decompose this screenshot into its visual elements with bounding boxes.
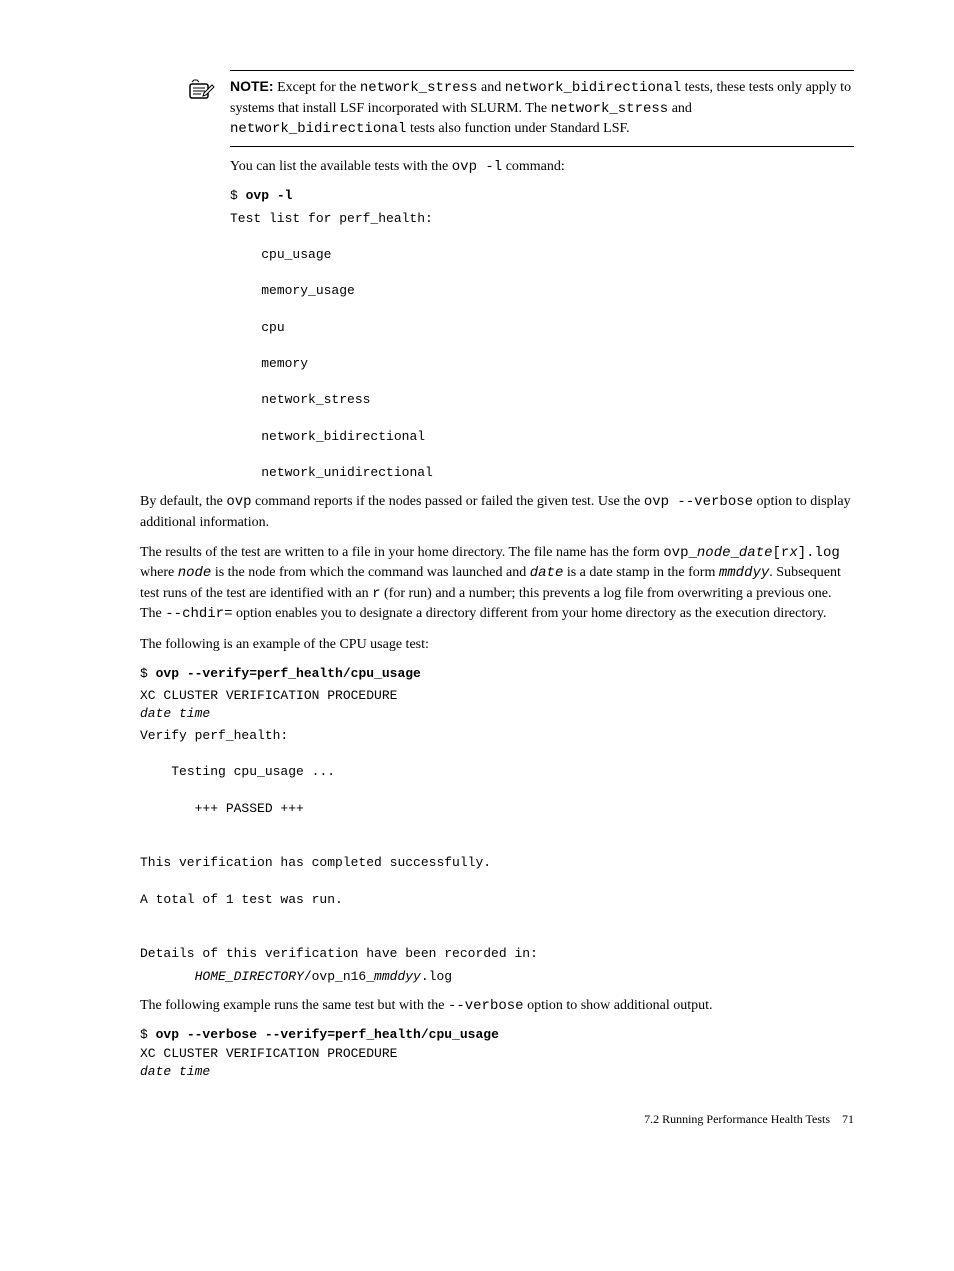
command-ovp-l: $ ovp -l	[230, 187, 854, 205]
page-footer: 7.2 Running Performance Health Tests 71	[140, 1111, 854, 1128]
note-box: NOTE: Except for the network_stress and …	[230, 70, 854, 147]
footer-page-number: 71	[842, 1112, 854, 1126]
command-verify-cpu: $ ovp --verify=perf_health/cpu_usage	[140, 665, 854, 683]
para-cpu-example: The following is an example of the CPU u…	[140, 635, 854, 655]
intro-list-tests: You can list the available tests with th…	[230, 157, 854, 178]
output-verify-path: HOME_DIRECTORY/ovp_n16_mmddyy.log	[140, 968, 854, 986]
para-default-behavior: By default, the ovp command reports if t…	[140, 492, 854, 532]
note-label: NOTE:	[230, 78, 274, 94]
note-icon	[186, 79, 216, 103]
test-list-output: Test list for perf_health: cpu_usage mem…	[230, 210, 854, 483]
para-results-file: The results of the test are written to a…	[140, 543, 854, 625]
footer-section: 7.2 Running Performance Health Tests	[644, 1112, 830, 1126]
command-verbose-verify: $ ovp --verbose --verify=perf_health/cpu…	[140, 1026, 854, 1081]
para-verbose-example: The following example runs the same test…	[140, 996, 854, 1017]
output-verify-header: XC CLUSTER VERIFICATION PROCEDURE date t…	[140, 687, 854, 723]
note-text: Except for the network_stress and networ…	[230, 80, 851, 136]
output-verify-body: Verify perf_health: Testing cpu_usage ..…	[140, 727, 854, 963]
